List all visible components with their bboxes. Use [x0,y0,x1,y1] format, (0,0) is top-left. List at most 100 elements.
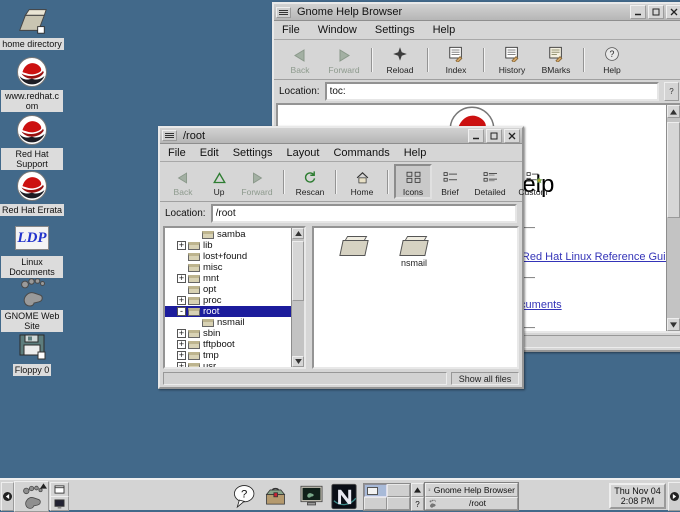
rescan-button[interactable]: Rescan [290,164,330,199]
desktop-icon-redhat-errata[interactable]: Red Hat Errata [0,170,64,216]
status-filter: Show all files [451,372,519,385]
mini-window-applet-button[interactable] [50,482,69,497]
tree-item[interactable]: lost+found [165,251,291,262]
pager-help-button[interactable]: ? [411,497,424,511]
tree-item[interactable]: opt [165,284,291,295]
desktop-icon-floppy[interactable]: Floppy 0 [0,330,64,376]
help-button[interactable]: ? Help [590,42,634,77]
help-launcher[interactable]: ? [231,482,259,510]
icons-view-button[interactable]: Icons [394,164,432,199]
expander-icon[interactable]: - [177,307,186,316]
fm-titlebar[interactable]: /root [160,128,522,144]
tree-item[interactable]: misc [165,262,291,273]
window-menu-icon[interactable] [276,7,291,18]
help-titlebar[interactable]: Gnome Help Browser [274,4,680,21]
netscape-launcher[interactable] [329,482,359,510]
expander-icon[interactable]: + [177,329,186,338]
fm-files-panel[interactable]: nsmail [312,226,519,369]
pager-up-button[interactable] [411,483,424,497]
tree-item[interactable]: samba [165,229,291,240]
file-icon-item[interactable] [326,234,382,268]
clock-applet[interactable]: Thu Nov 04 2:08 PM [609,483,666,509]
scroll-track[interactable] [292,239,304,356]
task-button-help-browser[interactable]: Gnome Help Browser [425,483,518,497]
desktop-icon-gnome-website[interactable]: GNOME Web Site [0,276,64,332]
menu-window[interactable]: Window [318,24,357,36]
desktop-icon-home[interactable]: home directory [0,4,64,50]
location-input[interactable] [211,204,517,223]
menu-layout[interactable]: Layout [286,147,319,159]
maximize-button[interactable] [648,5,664,19]
tree-item[interactable]: +proc [165,295,291,306]
location-input[interactable] [325,82,659,101]
menu-help[interactable]: Help [404,147,427,159]
scroll-thumb[interactable] [292,241,304,301]
reference-guide-link[interactable]: Red Hat Linux Reference Guide [522,251,666,263]
scroll-track[interactable] [667,118,680,318]
control-center-launcher[interactable] [261,482,289,510]
scroll-up-arrow[interactable] [667,105,680,118]
menu-settings[interactable]: Settings [375,24,415,36]
workspace-cell-1[interactable] [364,484,387,497]
tree-item[interactable]: +usr [165,361,291,367]
minimize-button[interactable] [468,129,484,143]
window-menu-icon[interactable] [162,130,177,141]
forward-button[interactable]: Forward [236,164,278,199]
scroll-thumb[interactable] [667,122,680,218]
tree-item[interactable]: +tftpboot [165,339,291,350]
menu-file[interactable]: File [168,147,186,159]
expander-icon[interactable]: + [177,241,186,250]
workspace-cell-4[interactable] [387,497,410,510]
maximize-button[interactable] [486,129,502,143]
desktop-icon-redhat-www[interactable]: www.redhat.com [0,56,64,112]
panel-hide-right-button[interactable] [668,482,680,511]
up-button[interactable]: Up [202,164,236,199]
scroll-down-arrow[interactable] [292,356,304,367]
menu-settings[interactable]: Settings [233,147,273,159]
expander-icon[interactable]: + [177,296,186,305]
desktop-icon-ldp[interactable]: LDP Linux Documents [0,222,64,278]
tree-item[interactable]: +lib [165,240,291,251]
workspace-cell-3[interactable] [364,497,387,510]
brief-view-button[interactable]: Brief [432,164,468,199]
panel-hide-left-button[interactable] [1,482,14,511]
tree-vertical-scrollbar[interactable] [291,228,304,367]
expander-icon[interactable]: + [177,340,186,349]
history-button[interactable]: History [490,42,534,77]
terminal-launcher[interactable] [297,482,325,510]
back-button[interactable]: Back [278,42,322,77]
custom-view-button[interactable]: Custom [512,164,554,199]
minimize-button[interactable] [630,5,646,19]
workspace-cell-2[interactable] [387,484,410,497]
desktop-icon-redhat-support[interactable]: Red Hat Support [0,114,64,170]
back-button[interactable]: Back [164,164,202,199]
location-dropdown-button[interactable]: ? [664,82,679,101]
index-button[interactable]: Index [434,42,478,77]
scroll-down-arrow[interactable] [667,318,680,331]
reload-button[interactable]: Reload [378,42,422,77]
detailed-view-button[interactable]: Detailed [468,164,512,199]
close-button[interactable] [504,129,520,143]
scroll-up-arrow[interactable] [292,228,304,239]
file-icon-item[interactable]: nsmail [386,234,442,268]
task-button-file-manager[interactable]: /root [425,497,518,511]
menu-file[interactable]: File [282,24,300,36]
expander-icon[interactable]: + [177,362,186,367]
tree-item[interactable]: +mnt [165,273,291,284]
expander-icon[interactable]: + [177,274,186,283]
help-vertical-scrollbar[interactable] [666,105,680,331]
expander-icon[interactable]: + [177,351,186,360]
forward-button[interactable]: Forward [322,42,366,77]
menu-help[interactable]: Help [433,24,456,36]
tree-item-selected[interactable]: -root [165,306,291,317]
bmarks-button[interactable]: BMarks [534,42,578,77]
tree-item[interactable]: +sbin [165,328,291,339]
tree-item[interactable]: +tmp [165,350,291,361]
menu-edit[interactable]: Edit [200,147,219,159]
mini-monitor-applet-button[interactable] [50,496,69,511]
home-button[interactable]: Home [342,164,382,199]
menu-commands[interactable]: Commands [333,147,389,159]
main-menu-button[interactable] [14,481,49,512]
tree-item[interactable]: nsmail [165,317,291,328]
close-button[interactable] [666,5,680,19]
